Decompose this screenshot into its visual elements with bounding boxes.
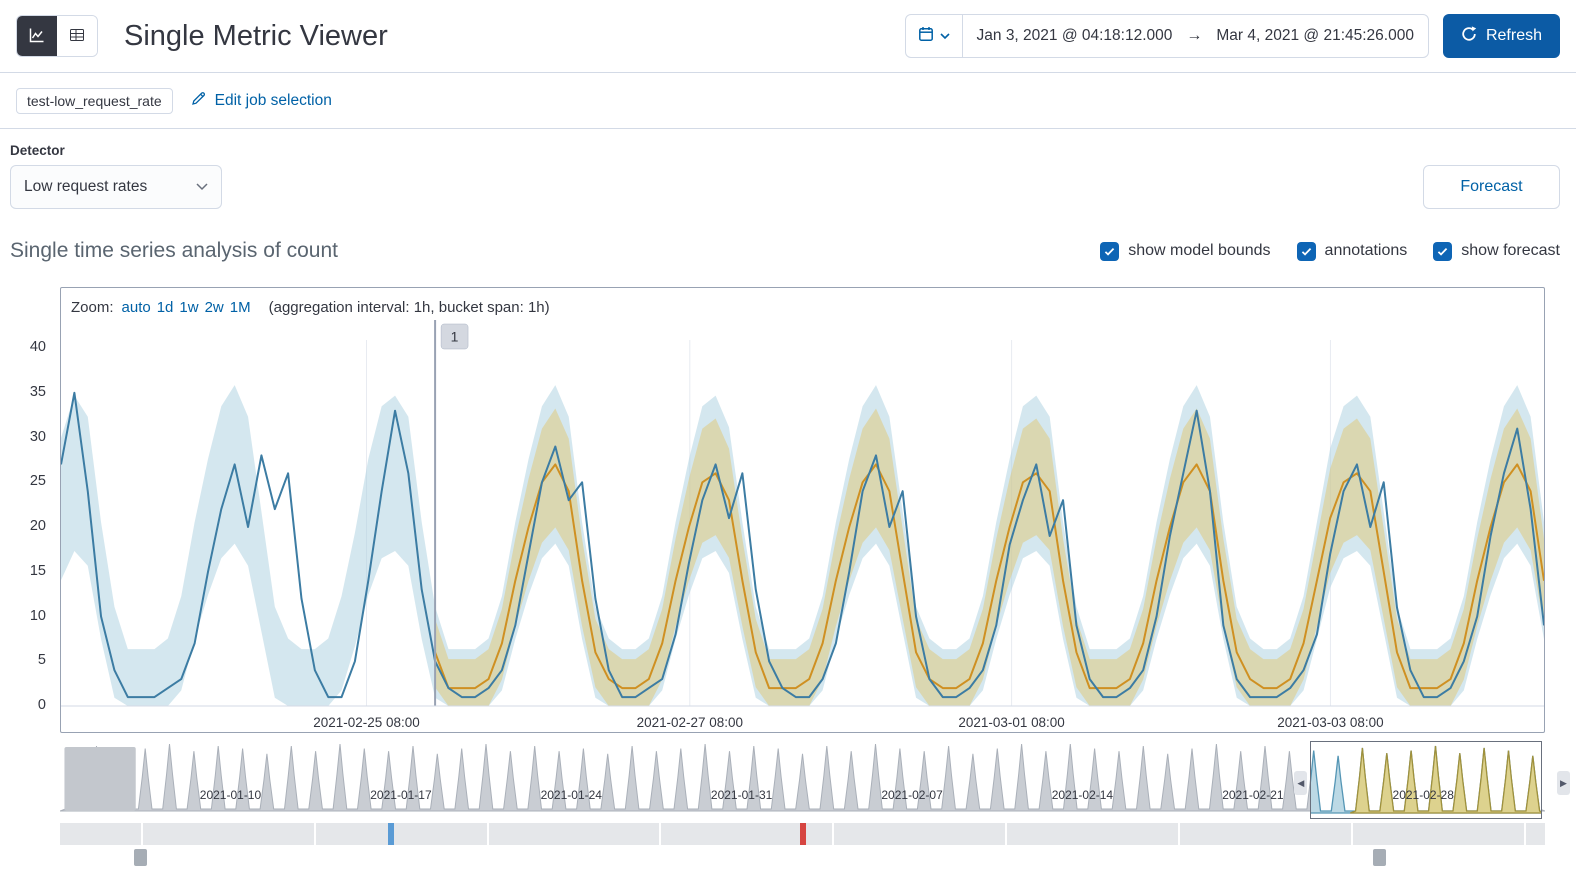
y-axis-label: 20 — [29, 518, 46, 534]
main-chart-panel: Zoom: auto 1d 1w 2w 1M (aggregation interval… — [60, 287, 1545, 733]
anomaly-swimlane[interactable] — [60, 823, 1545, 845]
zoom-option-2w[interactable]: 2w — [205, 299, 224, 316]
zoom-label: Zoom: — [71, 298, 114, 316]
table-icon — [69, 27, 85, 46]
calendar-icon — [918, 26, 934, 47]
zoom-bar: Zoom: auto 1d 1w 2w 1M (aggregation interval… — [61, 294, 1544, 320]
y-axis-label: 5 — [37, 652, 46, 669]
swimlane-cell-divider — [486, 823, 489, 845]
context-axis-label: 2021-02-28 — [1392, 788, 1454, 802]
range-arrow-icon: → — [1186, 27, 1203, 44]
zoom-option-1M[interactable]: 1M — [230, 299, 251, 316]
date-range-picker[interactable]: Jan 3, 2021 @ 04:18:12.000 → Mar 4, 2021… — [904, 14, 1429, 58]
table-view-button[interactable] — [57, 16, 97, 56]
annotations-row — [60, 848, 1545, 871]
scroll-left-arrow[interactable]: ◀ — [1294, 771, 1308, 795]
swimlane-cell-divider — [1350, 823, 1353, 845]
job-badge: test-low_request_rate — [16, 87, 173, 114]
refresh-icon — [1461, 25, 1477, 47]
detector-section: Detector Low request rates Forecast — [0, 129, 1576, 209]
zoom-option-1d[interactable]: 1d — [157, 299, 174, 316]
swimlane-cell-divider — [140, 823, 143, 845]
aggregation-detail: (aggregation interval: 1h, bucket span: … — [268, 298, 550, 316]
zoom-option-auto[interactable]: auto — [122, 299, 151, 316]
swimlane-cell-divider — [832, 823, 835, 845]
x-axis-label: 2021-03-03 08:00 — [1277, 715, 1383, 730]
y-axis-label: 15 — [29, 562, 46, 579]
context-axis-label: 2021-01-17 — [370, 788, 432, 802]
selection-forecast-wave — [1349, 745, 1542, 814]
page-title: Single Metric Viewer — [124, 19, 388, 52]
zoom-option-1w[interactable]: 1w — [179, 299, 198, 316]
y-axis-label: 40 — [29, 339, 46, 355]
y-axis-label: 10 — [29, 607, 46, 624]
context-axis-label: 2021-02-14 — [1051, 788, 1114, 802]
x-axis-label: 2021-03-01 08:00 — [958, 715, 1064, 730]
context-axis-label: 2021-02-21 — [1222, 788, 1284, 802]
context-axis-label: 2021-01-31 — [710, 788, 773, 802]
context-start-block — [64, 747, 136, 811]
x-axis-label: 2021-02-27 08:00 — [637, 715, 743, 730]
y-axis-label: 35 — [29, 383, 46, 400]
y-axis-label: 30 — [29, 428, 46, 445]
checkbox-checked-icon — [1296, 241, 1316, 261]
swimlane-cell-divider — [1178, 823, 1181, 845]
toggle-show-forecast[interactable]: show forecast — [1433, 241, 1560, 261]
analysis-header: Single time series analysis of count sho… — [0, 239, 1576, 263]
toggle-show-model-bounds[interactable]: show model bounds — [1100, 241, 1271, 261]
toggle-label: show model bounds — [1128, 242, 1271, 259]
annotation-marker[interactable] — [799, 823, 806, 845]
swimlane-cell-divider — [1523, 823, 1526, 845]
edit-job-selection-link[interactable]: Edit job selection — [191, 90, 332, 111]
annotation-marker[interactable] — [388, 823, 395, 845]
time-selection-brush[interactable] — [1310, 741, 1543, 819]
annotation-badge-label: 1 — [451, 328, 459, 344]
annotation-label-marker[interactable] — [1372, 849, 1386, 866]
checkbox-checked-icon — [1433, 241, 1453, 261]
context-axis-label: 2021-02-07 — [881, 788, 943, 802]
context-axis-label: 2021-01-24 — [540, 788, 602, 802]
chart-area: 0 5 10 15 20 25 30 35 40 Zoom: auto 1d 1w 2w 1M (agg… — [30, 287, 1570, 871]
start-date[interactable]: Jan 3, 2021 @ 04:18:12.000 — [963, 27, 1187, 45]
toggle-label: show forecast — [1461, 242, 1560, 259]
chart-toggles: show model bounds annotations show forecas… — [1100, 241, 1560, 261]
context-axis-label: 2021-01-10 — [199, 788, 262, 802]
chevron-down-icon — [196, 178, 208, 196]
end-date[interactable]: Mar 4, 2021 @ 21:45:26.000 — [1202, 27, 1428, 45]
line-chart-icon — [29, 27, 45, 46]
swimlane-cell-divider — [659, 823, 662, 845]
job-selection-bar: test-low_request_rate Edit job selection — [0, 73, 1576, 128]
swimlane-cell-divider — [1005, 823, 1008, 845]
y-axis-label: 25 — [29, 473, 46, 490]
header: Single Metric Viewer Jan 3, 2021 @ 04:18… — [0, 0, 1576, 72]
toggle-annotations[interactable]: annotations — [1296, 241, 1408, 261]
x-axis-label: 2021-02-25 08:00 — [313, 715, 419, 730]
forecast-button[interactable]: Forecast — [1423, 165, 1560, 209]
zoom-links: auto 1d 1w 2w 1M — [122, 299, 257, 316]
view-toggle — [16, 15, 98, 57]
checkbox-checked-icon — [1100, 241, 1120, 261]
main-chart-svg[interactable]: 1 2021-02-25 08:00 2021-02-27 08:00 2021-03… — [61, 320, 1544, 732]
analysis-title: Single time series analysis of count — [10, 239, 338, 262]
detector-selected-value: Low request rates — [24, 178, 148, 195]
chart-view-button[interactable] — [17, 16, 57, 56]
refresh-label: Refresh — [1485, 27, 1542, 44]
date-picker-menu-button[interactable] — [906, 15, 963, 57]
chevron-down-icon — [939, 27, 950, 45]
y-axis-label: 0 — [37, 697, 46, 713]
scroll-right-arrow[interactable]: ▶ — [1557, 771, 1570, 795]
refresh-button[interactable]: Refresh — [1442, 14, 1560, 58]
detector-label: Detector — [10, 143, 65, 158]
swimlane-cell-divider — [313, 823, 316, 845]
toggle-label: annotations — [1324, 242, 1408, 259]
selection-chart-svg — [1311, 745, 1542, 814]
context-chart: 2021-01-10 2021-01-17 2021-01-24 2021-01-31… — [60, 741, 1570, 819]
annotation-label-marker[interactable] — [134, 849, 148, 866]
pencil-icon — [191, 90, 207, 111]
detector-select[interactable]: Low request rates — [10, 165, 222, 209]
